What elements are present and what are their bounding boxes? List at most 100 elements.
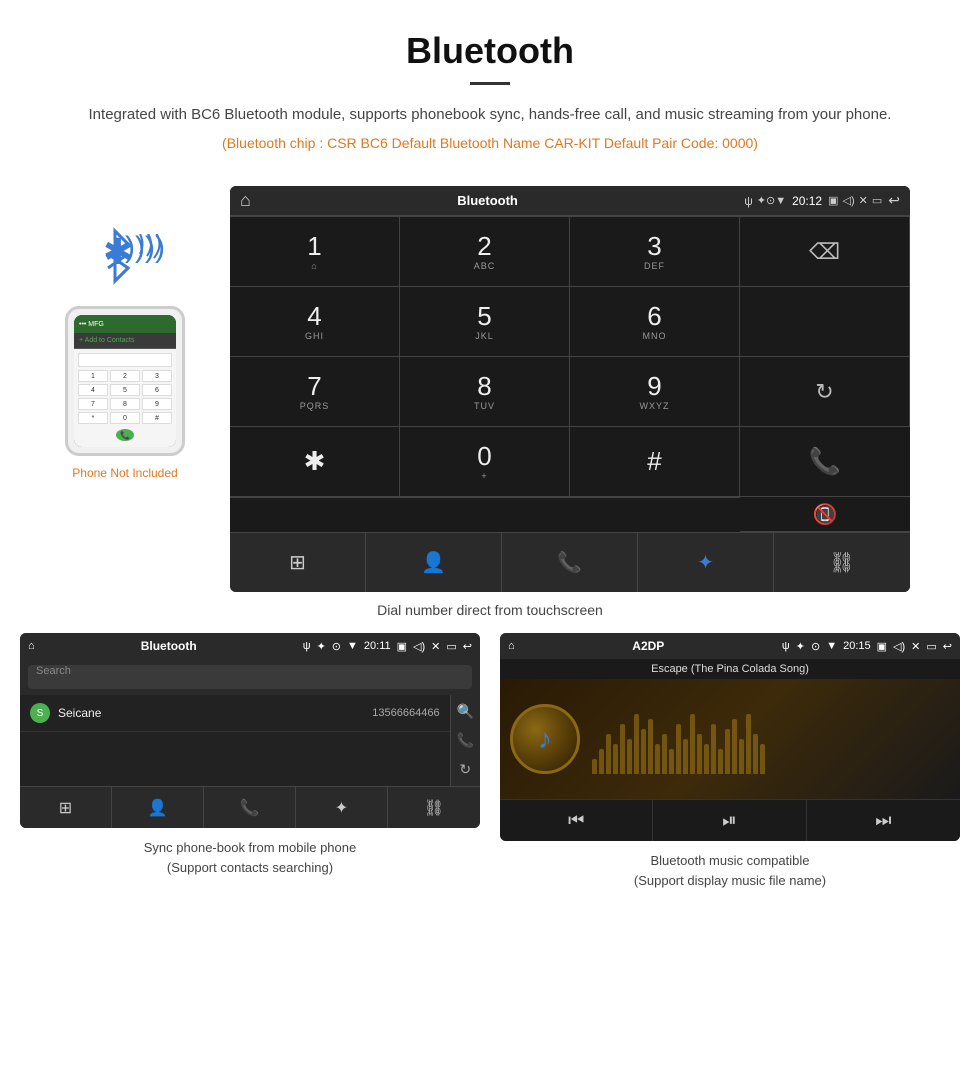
page-title: Bluetooth (60, 30, 920, 72)
pb-vol-icon[interactable]: ◁) (413, 640, 425, 653)
header-section: Bluetooth Integrated with BC6 Bluetooth … (0, 0, 980, 186)
phonebook-caption-text: Sync phone-book from mobile phone(Suppor… (144, 840, 356, 875)
phone-key-9[interactable]: 9 (142, 398, 172, 410)
music-cam-icon[interactable]: ▣ (877, 640, 887, 653)
visualizer-bar (718, 749, 723, 774)
visualizer-bar (634, 714, 639, 774)
pb-win-icon[interactable]: ▭ (446, 640, 456, 653)
page-container: Bluetooth Integrated with BC6 Bluetooth … (0, 0, 980, 910)
window-icon[interactable]: ▭ (872, 194, 882, 207)
redial-icon: ↻ (815, 379, 833, 405)
phone-key-8[interactable]: 8 (110, 398, 140, 410)
phone-key-star[interactable]: * (78, 412, 108, 424)
toolbar-bluetooth-btn[interactable]: ✦ (638, 533, 774, 592)
visualizer-bar (676, 724, 681, 774)
location-icon: ⊙ (766, 194, 775, 207)
pb-toolbar-phone[interactable]: 📞 (204, 787, 296, 828)
visualizer-bar (613, 744, 618, 774)
phone-key-7[interactable]: 7 (78, 398, 108, 410)
dialer-key-7[interactable]: 7 PQRS (230, 357, 400, 427)
music-play-pause-btn[interactable]: ⏯ (653, 800, 806, 841)
volume-icon[interactable]: ◁) (843, 194, 855, 207)
visualizer-bar (669, 749, 674, 774)
phone-key-3[interactable]: 3 (142, 370, 172, 382)
music-home-icon[interactable]: ⌂ (508, 640, 515, 652)
phone-call-button[interactable]: 📞 (116, 429, 134, 441)
contacts-icon: 👤 (421, 550, 446, 575)
specs-line: (Bluetooth chip : CSR BC6 Default Blueto… (60, 135, 920, 151)
toolbar-contacts-btn[interactable]: 👤 (366, 533, 502, 592)
music-win-icon[interactable]: ▭ (926, 640, 936, 653)
phone-key-1[interactable]: 1 (78, 370, 108, 382)
pb-toolbar: ⊞ 👤 📞 ✦ ⛓ (20, 786, 480, 828)
call-green-icon: 📞 (809, 446, 841, 477)
pb-back-icon[interactable]: ↩ (463, 640, 472, 653)
music-prev-btn[interactable]: ⏮ (500, 800, 653, 841)
dialer-key-2[interactable]: 2 ABC (400, 217, 570, 287)
backspace-icon: ⌫ (809, 239, 840, 265)
dialer-key-redial[interactable]: ↻ (740, 357, 910, 427)
pb-cam-icon[interactable]: ▣ (397, 640, 407, 653)
dialer-key-star[interactable]: ✱ (230, 427, 400, 497)
camera-icon[interactable]: ▣ (828, 194, 838, 207)
pb-close-icon[interactable]: ✕ (431, 640, 440, 653)
toolbar-grid-btn[interactable]: ⊞ (230, 533, 366, 592)
bluetooth-icon-area: ✱ )))) (85, 226, 165, 296)
visualizer-bar (620, 724, 625, 774)
phone-key-6[interactable]: 6 (142, 384, 172, 396)
status-time: 20:12 (792, 194, 822, 208)
toolbar-link-btn[interactable]: ⛓ (774, 533, 910, 592)
pb-toolbar-person[interactable]: 👤 (112, 787, 204, 828)
usb-icon: ψ (744, 194, 753, 208)
dialer-key-backspace[interactable]: ⌫ (740, 217, 910, 287)
phone-display (78, 353, 172, 367)
empty-col-2 (400, 497, 570, 498)
music-back-icon[interactable]: ↩ (943, 640, 952, 653)
dialer-key-hash[interactable]: # (570, 427, 740, 497)
phone-key-5[interactable]: 5 (110, 384, 140, 396)
music-vol-icon[interactable]: ◁) (893, 640, 905, 653)
close-icon[interactable]: ✕ (859, 194, 868, 207)
pb-home-icon[interactable]: ⌂ (28, 640, 35, 652)
pb-status-bar: ⌂ Bluetooth ψ ✦ ⊙ ▼ 20:11 ▣ ◁) ✕ ▭ ↩ (20, 633, 480, 659)
pb-search-input[interactable]: Search (28, 665, 472, 689)
signal-waves-icon (135, 234, 170, 274)
dialer-key-9[interactable]: 9 WXYZ (570, 357, 740, 427)
music-next-btn[interactable]: ⏭ (807, 800, 960, 841)
pb-toolbar-grid[interactable]: ⊞ (20, 787, 112, 828)
dialer-key-0[interactable]: 0 + (400, 427, 570, 497)
phone-key-0[interactable]: 0 (110, 412, 140, 424)
dialer-keypad: 1 ⌂ 2 ABC 3 DEF ⌫ 4 GHI (230, 216, 910, 497)
visualizer-bar (592, 759, 597, 774)
dialer-key-call-green[interactable]: 📞 (740, 427, 910, 497)
pb-toolbar-link[interactable]: ⛓ (388, 787, 480, 828)
dialer-key-4[interactable]: 4 GHI (230, 287, 400, 357)
bluetooth-toolbar-icon: ✦ (697, 550, 714, 575)
pb-signal-icon: ▼ (347, 640, 358, 652)
phone-key-4[interactable]: 4 (78, 384, 108, 396)
dialer-key-end-call[interactable]: 📵 (740, 497, 910, 532)
visualizer-bar (697, 734, 702, 774)
music-close-icon[interactable]: ✕ (911, 640, 920, 653)
visualizer-bar (690, 714, 695, 774)
music-usb-icon: ψ (782, 640, 790, 652)
pb-search-icon[interactable]: 🔍 (457, 703, 474, 720)
dialer-key-1[interactable]: 1 ⌂ (230, 217, 400, 287)
dialer-key-6[interactable]: 6 MNO (570, 287, 740, 357)
visualizer-bar (599, 749, 604, 774)
contact-avatar: S (30, 703, 50, 723)
bluetooth-status-icon: ✦ (757, 194, 766, 207)
phone-key-hash[interactable]: # (142, 412, 172, 424)
pb-refresh-icon[interactable]: ↻ (459, 761, 471, 778)
pb-contact-row[interactable]: S Seicane 13566664466 (20, 695, 450, 732)
dialer-key-3[interactable]: 3 DEF (570, 217, 740, 287)
visualizer-bar (746, 714, 751, 774)
pb-toolbar-bt[interactable]: ✦ (296, 787, 388, 828)
phone-key-2[interactable]: 2 (110, 370, 140, 382)
dialer-key-8[interactable]: 8 TUV (400, 357, 570, 427)
music-visualizer (592, 704, 950, 774)
back-icon[interactable]: ↩ (888, 192, 900, 209)
dialer-key-5[interactable]: 5 JKL (400, 287, 570, 357)
pb-call-side-icon[interactable]: 📞 (457, 732, 474, 749)
toolbar-phone-btn[interactable]: 📞 (502, 533, 638, 592)
